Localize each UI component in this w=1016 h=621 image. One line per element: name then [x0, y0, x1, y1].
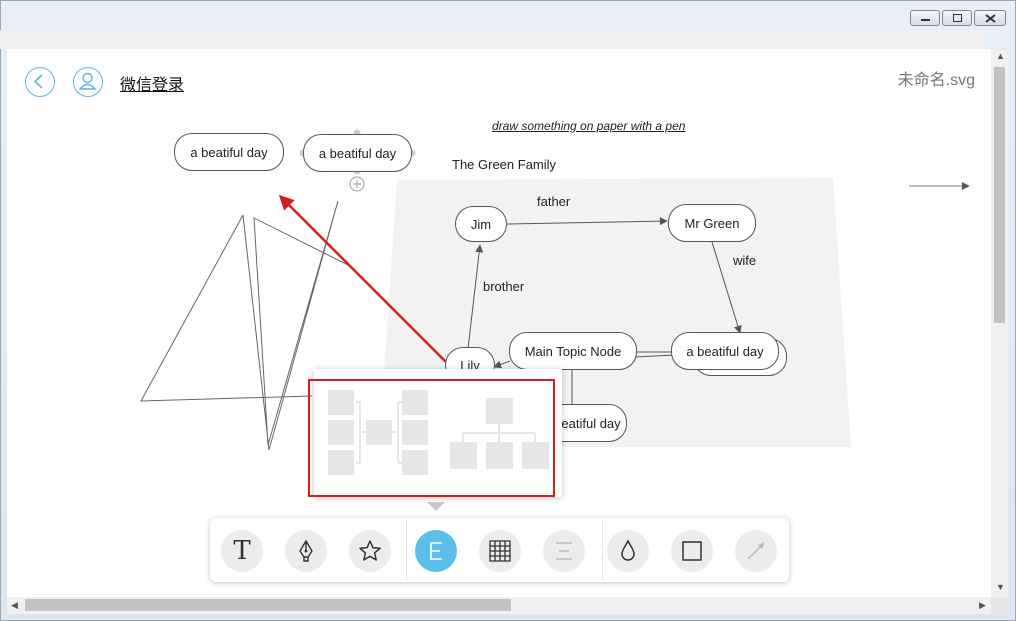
- node-beautiful-right[interactable]: a beatiful day: [671, 332, 779, 370]
- shape-tool-button[interactable]: [349, 530, 391, 572]
- square-icon: [682, 541, 702, 561]
- table-tool-button[interactable]: [479, 530, 521, 572]
- border-tool-button[interactable]: [671, 530, 713, 572]
- bottom-toolbar: T: [210, 518, 789, 582]
- edge-label-father: father: [537, 194, 571, 209]
- pen-icon: [299, 539, 313, 562]
- color-tool-button[interactable]: [607, 530, 649, 572]
- close-window-button[interactable]: [974, 10, 1006, 26]
- toolbar-separator: [602, 520, 603, 580]
- hint-text: draw something on paper with a pen: [492, 119, 686, 133]
- text-tool-button[interactable]: T: [221, 530, 263, 572]
- popup-pointer: [427, 502, 445, 511]
- horizontal-scroll-thumb[interactable]: [25, 599, 511, 611]
- editor-canvas[interactable]: 微信登录 未命名.svg draw something on paper wit…: [7, 49, 991, 597]
- table-icon: [489, 540, 511, 562]
- node-top-left[interactable]: a beatiful day: [174, 133, 284, 171]
- minimize-button[interactable]: [910, 10, 940, 26]
- node-top-selected[interactable]: a beatiful day: [303, 134, 412, 172]
- layout-tool-button[interactable]: [415, 530, 457, 572]
- vertical-scroll-thumb[interactable]: [994, 67, 1005, 323]
- align-tool-button[interactable]: [543, 530, 585, 572]
- toolbar-strip: [0, 30, 984, 49]
- connector-tool-button[interactable]: [735, 530, 777, 572]
- highlight-box: [308, 379, 555, 497]
- align-icon: [556, 542, 572, 560]
- family-title[interactable]: The Green Family: [452, 157, 556, 172]
- edge-label-brother: brother: [483, 279, 525, 294]
- scroll-up-icon[interactable]: ▲: [996, 51, 1005, 61]
- drop-icon: [621, 539, 635, 561]
- scroll-right-icon[interactable]: ▶: [979, 600, 986, 611]
- minimize-icon: [921, 19, 930, 21]
- connector-icon: [747, 542, 765, 560]
- toolbar-separator: [406, 520, 407, 580]
- layout-icon: [430, 542, 442, 560]
- star-icon: [359, 540, 381, 561]
- scroll-left-icon[interactable]: ◀: [11, 600, 18, 611]
- node-jim[interactable]: Jim: [455, 206, 507, 242]
- text-icon: T: [233, 536, 251, 566]
- close-icon: [985, 14, 996, 23]
- scrollbar-corner: [991, 597, 1008, 614]
- edge-label-wife: wife: [733, 253, 757, 268]
- maximize-button[interactable]: [942, 10, 972, 26]
- scroll-down-icon[interactable]: ▼: [996, 582, 1005, 592]
- pen-tool-button[interactable]: [285, 530, 327, 572]
- maximize-icon: [953, 14, 962, 22]
- node-mr-green[interactable]: Mr Green: [668, 204, 756, 242]
- node-main-topic[interactable]: Main Topic Node: [509, 332, 637, 370]
